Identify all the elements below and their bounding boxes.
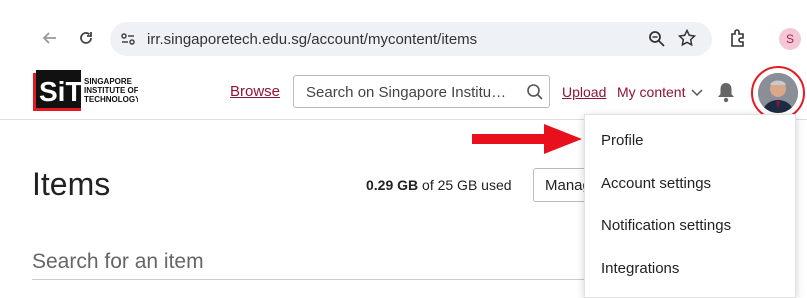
user-avatar[interactable] <box>758 73 798 113</box>
chevron-down-icon <box>691 84 704 100</box>
item-search-input[interactable]: Search for an item <box>32 250 592 280</box>
user-dropdown-menu: Profile Account settings Notification se… <box>584 114 796 298</box>
browse-link[interactable]: Browse <box>230 83 280 100</box>
svg-text:TECHNOLOGY: TECHNOLOGY <box>84 95 138 104</box>
storage-total-text: of 25 GB used <box>418 177 512 193</box>
back-arrow-icon[interactable] <box>38 26 62 50</box>
browser-profile-avatar[interactable]: S <box>779 28 801 50</box>
url-text: irr.singaporetech.edu.sg/account/myconte… <box>147 31 478 48</box>
menu-item-notification-settings[interactable]: Notification settings <box>601 217 731 234</box>
upload-link[interactable]: Upload <box>562 84 606 100</box>
notification-bell-icon[interactable] <box>716 81 736 108</box>
browser-toolbar: irr.singaporetech.edu.sg/account/myconte… <box>0 0 807 62</box>
svg-text:INSTITUTE OF: INSTITUTE OF <box>84 86 138 95</box>
bookmark-star-icon[interactable] <box>677 28 697 52</box>
extensions-icon[interactable] <box>728 28 748 53</box>
reload-icon[interactable] <box>74 26 98 50</box>
zoom-icon[interactable] <box>648 30 666 53</box>
menu-item-profile[interactable]: Profile <box>601 132 644 149</box>
storage-usage: 0.29 GB of 25 GB used <box>366 177 512 193</box>
site-info-icon[interactable] <box>120 31 136 52</box>
site-search-placeholder: Search on Singapore Institu… <box>306 84 506 101</box>
red-arrow-annotation <box>472 124 582 159</box>
menu-item-account-settings[interactable]: Account settings <box>601 175 711 192</box>
menu-item-integrations[interactable]: Integrations <box>601 260 679 277</box>
storage-used-value: 0.29 GB <box>366 177 419 193</box>
search-icon[interactable] <box>526 83 544 106</box>
my-content-menu[interactable]: My content <box>617 84 704 100</box>
sit-logo[interactable]: SiT SINGAPORE INSTITUTE OF TECHNOLOGY <box>33 69 141 118</box>
address-bar[interactable]: irr.singaporetech.edu.sg/account/myconte… <box>110 22 712 56</box>
svg-text:SiT: SiT <box>39 76 83 107</box>
page-title: Items <box>32 166 111 202</box>
svg-text:SINGAPORE: SINGAPORE <box>84 77 133 86</box>
my-content-label: My content <box>617 84 686 100</box>
site-search-input[interactable]: Search on Singapore Institu… <box>293 75 550 108</box>
